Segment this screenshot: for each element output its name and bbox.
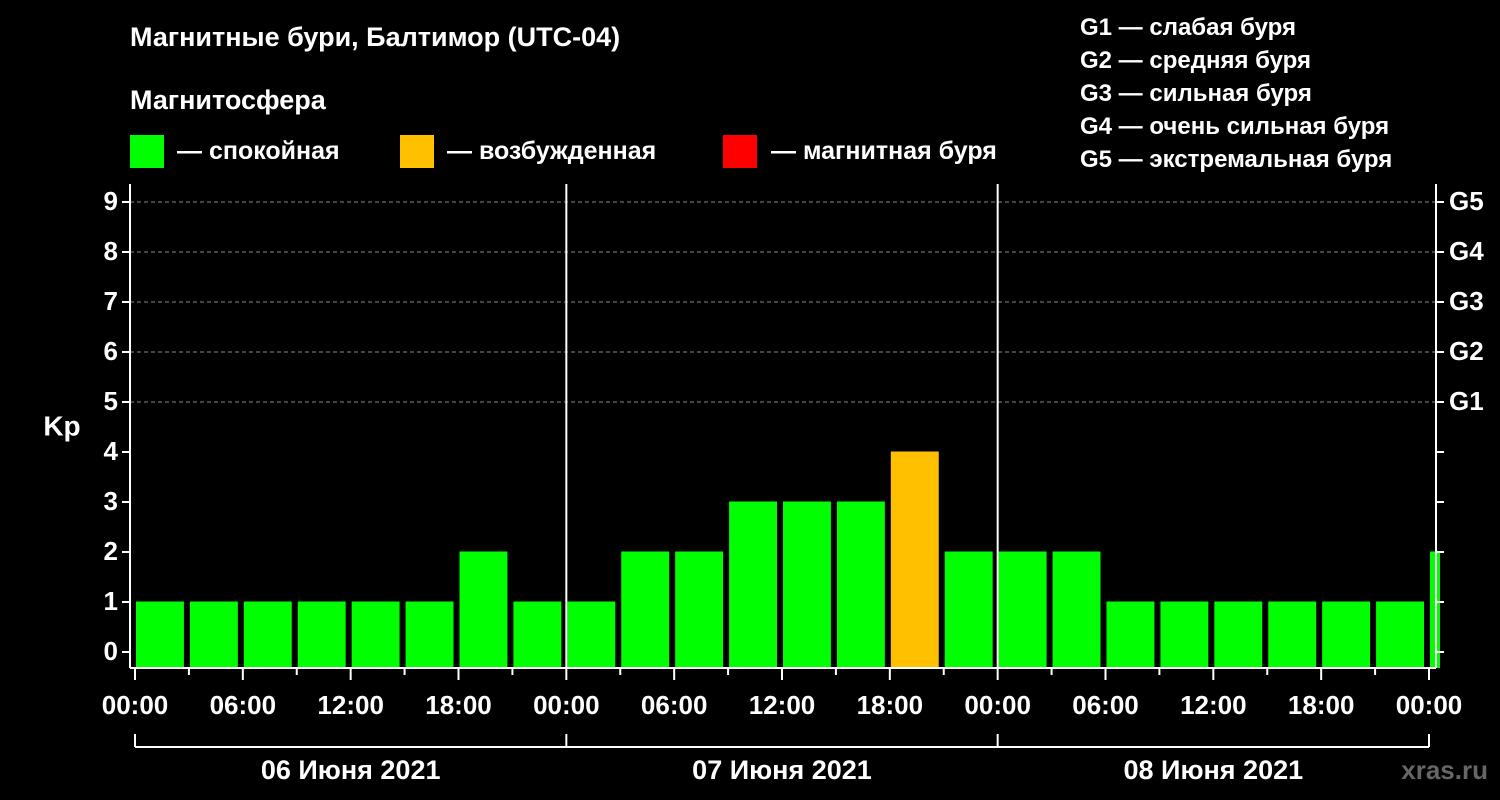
kp-bar-16 — [998, 551, 1047, 668]
x-tick-label-4: 00:00 — [533, 690, 600, 720]
kp-bar-19 — [1160, 601, 1209, 668]
x-tick-label-10: 12:00 — [1180, 690, 1247, 720]
y-tick-label-0: 0 — [104, 636, 118, 666]
kp-bar-0 — [136, 601, 184, 668]
x-tick-label-6: 12:00 — [749, 690, 816, 720]
x-tick-label-2: 12:00 — [317, 690, 384, 720]
y-tick-label-4: 4 — [104, 436, 119, 466]
kp-bar-7 — [513, 601, 562, 668]
x-tick-label-7: 18:00 — [857, 690, 924, 720]
y-tick-label-3: 3 — [104, 486, 118, 516]
right-tick-label-g4: G4 — [1449, 236, 1484, 266]
kp-bar-5 — [405, 601, 454, 668]
y-axis-label: Kp — [43, 410, 80, 441]
x-tick-label-12: 00:00 — [1396, 690, 1463, 720]
x-tick-label-8: 00:00 — [964, 690, 1031, 720]
kp-bar-6 — [459, 551, 508, 668]
kp-bar-2 — [243, 601, 292, 668]
kp-bar-22 — [1322, 601, 1371, 668]
kp-bar-1 — [189, 601, 238, 668]
y-tick-label-2: 2 — [104, 536, 118, 566]
kp-bar-17 — [1052, 551, 1101, 668]
kp-bar-23 — [1376, 601, 1424, 668]
kp-bar-8 — [567, 601, 616, 668]
y-tick-label-5: 5 — [104, 386, 118, 416]
day-label-0: 06 Июня 2021 — [261, 755, 441, 785]
x-tick-label-1: 06:00 — [210, 690, 277, 720]
kp-bar-14 — [890, 451, 939, 668]
watermark: xras.ru — [1401, 755, 1488, 785]
right-tick-label-g2: G2 — [1449, 336, 1484, 366]
right-tick-label-g3: G3 — [1449, 286, 1484, 316]
right-tick-label-g5: G5 — [1449, 186, 1484, 216]
y-tick-label-7: 7 — [104, 286, 118, 316]
kp-bar-18 — [1106, 601, 1155, 668]
x-tick-label-9: 06:00 — [1072, 690, 1139, 720]
kp-bar-11 — [729, 501, 777, 668]
kp-bar-13 — [836, 501, 885, 668]
day-label-1: 07 Июня 2021 — [692, 755, 872, 785]
x-tick-label-3: 18:00 — [425, 690, 492, 720]
x-tick-label-11: 18:00 — [1288, 690, 1355, 720]
kp-bar-12 — [783, 501, 831, 668]
x-tick-label-5: 06:00 — [641, 690, 708, 720]
kp-bar-3 — [297, 601, 346, 668]
kp-bar-15 — [944, 551, 993, 668]
day-label-2: 08 Июня 2021 — [1124, 755, 1304, 785]
kp-bar-4 — [351, 601, 400, 668]
x-tick-label-0: 00:00 — [102, 690, 169, 720]
kp-bar-21 — [1268, 601, 1317, 668]
kp-bar-20 — [1214, 601, 1263, 668]
y-tick-label-1: 1 — [104, 586, 118, 616]
y-tick-label-6: 6 — [104, 336, 118, 366]
right-tick-label-g1: G1 — [1449, 386, 1484, 416]
y-tick-label-8: 8 — [104, 236, 118, 266]
kp-bar-10 — [675, 551, 724, 668]
y-tick-label-9: 9 — [104, 186, 118, 216]
kp-bar-9 — [621, 551, 670, 668]
kp-chart: 0 1 2 3 4 5 6 7 8 9 G1 G2 G3 G4 G5 Kp 00:00 06:00 12:00 18:… — [43, 184, 1484, 785]
